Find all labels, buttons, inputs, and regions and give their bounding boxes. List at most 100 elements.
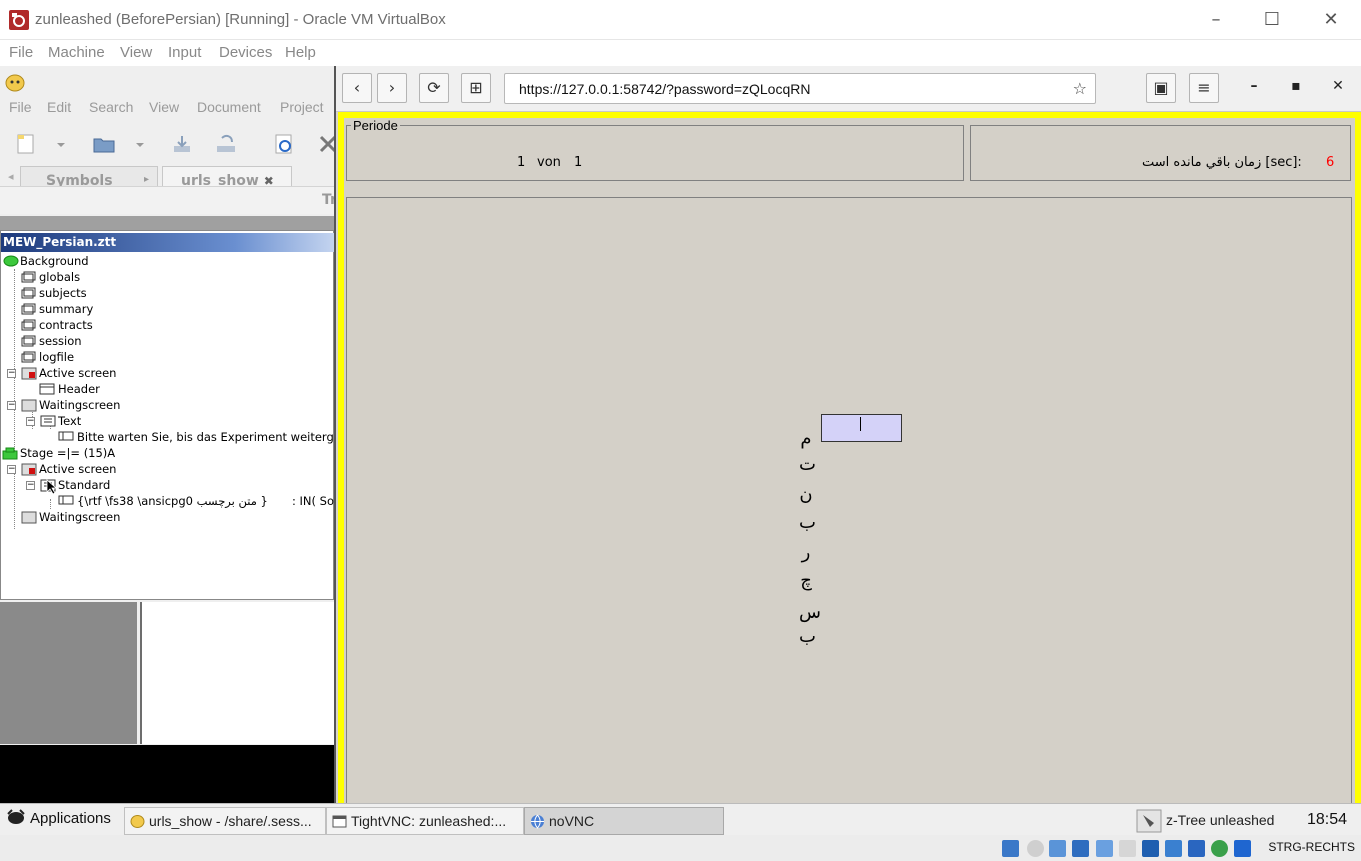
menu-button[interactable]: ≡: [1189, 73, 1219, 103]
ztree-tabbar: ◂ Symbols ▸ urls_show ✖: [0, 164, 336, 186]
tree-label: subjects: [39, 286, 87, 300]
audio-icon[interactable]: [1049, 840, 1066, 857]
browser-close-button[interactable]: ✕: [1326, 78, 1350, 100]
ztree-menu-edit[interactable]: Edit: [47, 99, 71, 115]
hard-disk-icon[interactable]: [1002, 840, 1019, 857]
globe-icon: [531, 814, 544, 829]
ztree-tray-icon: [1136, 809, 1162, 833]
host-menu-help[interactable]: Help: [285, 44, 316, 61]
new-file-icon[interactable]: [14, 132, 38, 156]
collapse-toggle-icon[interactable]: −: [7, 401, 16, 410]
host-menu-input[interactable]: Input: [168, 44, 201, 61]
tree-label: summary: [39, 302, 94, 316]
task-urls-show[interactable]: urls_show - /share/.sess...: [124, 807, 326, 835]
ztree-menubar: File Edit Search View Document Project: [0, 96, 336, 120]
host-titlebar: zunleashed (BeforePersian) [Running] - O…: [0, 0, 1361, 40]
mouse-integration-icon[interactable]: [1234, 840, 1251, 857]
ztree-menu-project[interactable]: Project: [280, 99, 324, 115]
tab-close-icon[interactable]: ✖: [264, 174, 274, 186]
mouse-pointer-icon: [46, 479, 58, 495]
ztree-unleashed-indicator[interactable]: z-Tree unleashed: [1134, 807, 1288, 835]
periode-von: von: [537, 155, 561, 170]
vt-x-icon[interactable]: [1188, 840, 1205, 857]
tabs-scroll-left-icon[interactable]: ◂: [8, 170, 14, 183]
virtualbox-icon: [9, 10, 29, 30]
clock[interactable]: 18:54: [1307, 811, 1347, 829]
document-title: MEW_Persian.ztt: [1, 233, 335, 252]
url-text: https://127.0.0.1:58742/?password=zQLocq…: [519, 81, 811, 97]
screen-icon: [21, 399, 37, 412]
display-icon[interactable]: [1142, 840, 1159, 857]
ztree-white-panel[interactable]: [140, 602, 334, 744]
library-button[interactable]: ▣: [1146, 73, 1176, 103]
save-icon[interactable]: [170, 132, 194, 156]
browser-maximize-button[interactable]: ▪: [1284, 78, 1308, 100]
usb-icon[interactable]: [1096, 840, 1113, 857]
url-bar[interactable]: https://127.0.0.1:58742/?password=zQLocq…: [504, 73, 1096, 104]
new-dropdown-chevron-icon[interactable]: [54, 132, 68, 156]
text-caret: [860, 417, 861, 431]
collapse-toggle-icon[interactable]: −: [26, 481, 35, 490]
table-icon: [21, 287, 36, 299]
back-button[interactable]: ‹: [342, 73, 372, 103]
active-screen-icon: [21, 367, 37, 380]
ztree-menu-file[interactable]: File: [9, 99, 32, 115]
answer-input[interactable]: [821, 414, 902, 442]
bookmark-star-icon[interactable]: ☆: [1073, 79, 1087, 98]
tab-symbols[interactable]: Symbols ▸: [20, 166, 158, 186]
applications-menu[interactable]: Applications: [6, 808, 111, 827]
new-tab-button[interactable]: ⊞: [461, 73, 491, 103]
open-dropdown-chevron-icon[interactable]: [133, 132, 147, 156]
ztree-black-area: [0, 745, 336, 803]
ztree-menu-view[interactable]: View: [149, 99, 179, 115]
collapse-toggle-icon[interactable]: −: [7, 369, 16, 378]
ztree-app-icon: [5, 74, 25, 92]
ztree-menu-search[interactable]: Search: [89, 99, 133, 115]
vertical-char: ن: [799, 484, 813, 505]
open-folder-icon[interactable]: [92, 132, 116, 156]
tree-label: Header: [58, 382, 100, 396]
stage-icon: [2, 447, 18, 460]
browser-minimize-button[interactable]: –: [1242, 78, 1266, 100]
network-icon[interactable]: [1072, 840, 1089, 857]
vertical-char: ب: [799, 512, 816, 533]
reload-button[interactable]: ⟳: [419, 73, 449, 103]
time-box: زمان باقي مانده است [sec]: 6: [970, 125, 1351, 181]
guest-additions-icon[interactable]: [1211, 840, 1228, 857]
optical-drive-icon[interactable]: [1027, 840, 1044, 857]
collapse-toggle-icon[interactable]: −: [7, 465, 16, 474]
collapse-toggle-icon[interactable]: −: [26, 417, 35, 426]
table-icon: [21, 271, 36, 283]
task-novnc[interactable]: noVNC: [524, 807, 724, 835]
save-all-icon[interactable]: [214, 132, 238, 156]
remaining-time-value: 6: [1326, 155, 1335, 170]
tree-guide: [50, 499, 51, 509]
tree-label: logfile: [39, 350, 75, 364]
tree-label: Active screen: [39, 462, 117, 476]
ztree-gray-panel: [0, 602, 137, 744]
host-maximize-button[interactable]: ☐: [1252, 6, 1292, 34]
host-menu-machine[interactable]: Machine: [48, 44, 105, 61]
ztree-menu-document[interactable]: Document: [197, 99, 261, 115]
vertical-char: ت: [799, 454, 816, 475]
host-menu-file[interactable]: File: [9, 44, 33, 61]
main-panel: م ت ن ب ر چ س ب: [346, 197, 1352, 817]
host-menu-devices[interactable]: Devices: [219, 44, 272, 61]
tree-label: Stage =|= (15)A: [20, 446, 116, 460]
table-icon: [21, 351, 36, 363]
host-close-button[interactable]: ✕: [1311, 6, 1351, 34]
forward-button[interactable]: ›: [377, 73, 407, 103]
host-menubar: File Machine View Input Devices Help: [0, 40, 1361, 66]
shared-folders-icon[interactable]: [1119, 840, 1136, 857]
task-tightvnc[interactable]: TightVNC: zunleashed:...: [326, 807, 524, 835]
vertical-char: ر: [801, 542, 811, 563]
active-screen-icon: [21, 463, 37, 476]
video-capture-icon[interactable]: [1165, 840, 1182, 857]
host-menu-view[interactable]: View: [120, 44, 152, 61]
tab-urls-show[interactable]: urls_show ✖: [162, 166, 292, 186]
host-minimize-button[interactable]: –: [1196, 6, 1236, 34]
reload-document-icon[interactable]: [272, 132, 296, 156]
task-label: TightVNC: zunleashed:...: [351, 813, 507, 829]
label-item-icon: [58, 495, 74, 505]
tree-guide: [14, 469, 15, 529]
